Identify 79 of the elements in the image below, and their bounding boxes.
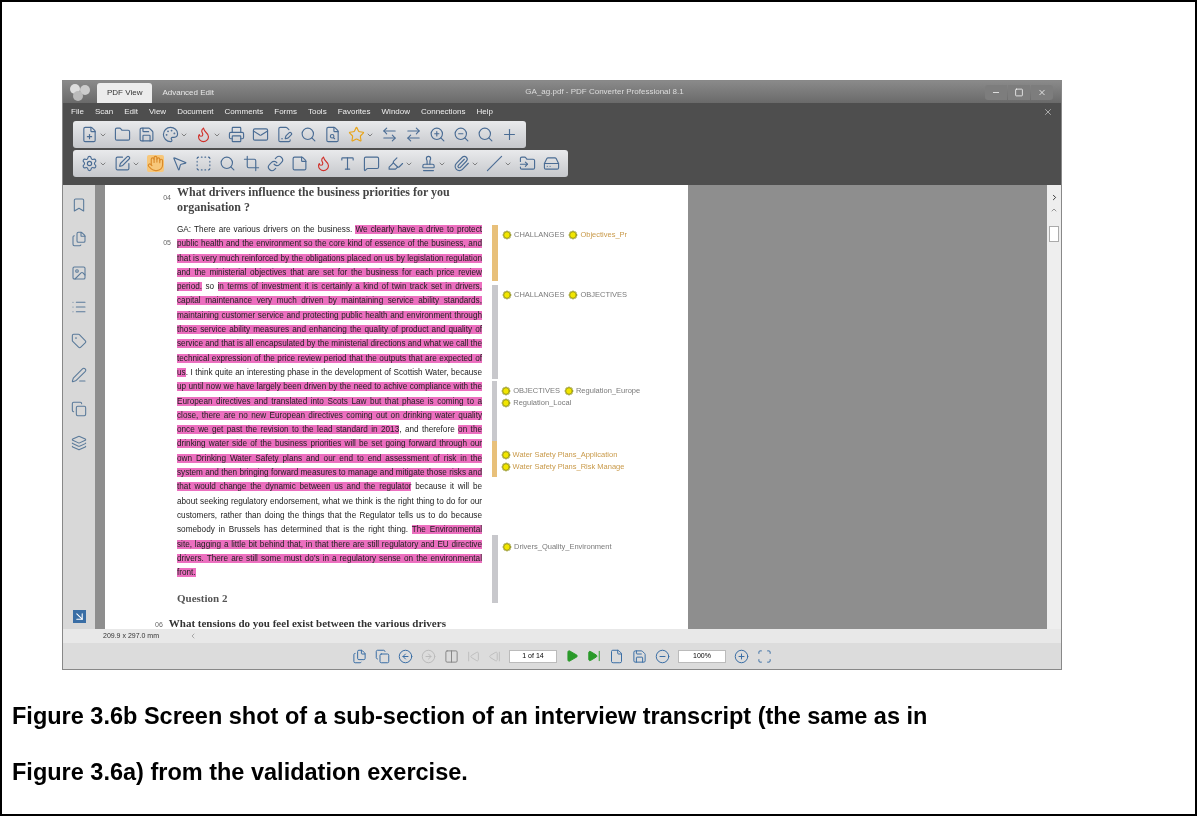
text-icon[interactable] [339,155,356,172]
mail-icon[interactable] [252,126,269,143]
sign-icon[interactable] [276,126,293,143]
section-heading: Question 2 [177,591,229,607]
select-icon[interactable] [195,155,212,172]
tab[interactable]: PDF View [97,83,153,103]
tag-icon[interactable] [71,333,87,349]
signature-icon[interactable] [71,367,87,383]
zoom-in-icon[interactable] [734,648,749,664]
menu-item[interactable]: Tools [307,105,327,118]
bookmark-icon[interactable] [71,197,87,213]
menu-item[interactable]: Document [177,105,214,118]
page-icon[interactable] [609,648,624,664]
play-icon[interactable] [565,649,579,663]
menu-item[interactable]: Scan [94,105,114,118]
question-text: What drivers influence the business priorities for you organisation ? [177,185,451,215]
line-icon[interactable] [486,155,503,172]
zoom-in-icon[interactable] [429,126,446,143]
print-icon[interactable] [228,126,245,143]
list-icon[interactable] [71,299,87,315]
highlighter-icon[interactable] [387,155,404,172]
menu-item[interactable]: Help [476,105,493,118]
pages-icon[interactable] [352,648,367,664]
menu-item[interactable]: Window [381,105,410,118]
pages-icon[interactable] [375,648,390,664]
split-icon[interactable] [444,648,459,664]
flame-icon[interactable] [195,126,212,143]
attach-icon[interactable] [453,155,470,172]
edit-icon[interactable] [114,155,131,172]
back-icon[interactable] [398,648,413,664]
zoom-out-icon[interactable] [655,648,670,664]
fit-icon[interactable] [757,648,772,664]
save-icon[interactable] [632,648,647,664]
menu-item[interactable]: View [148,105,167,118]
save-icon[interactable] [138,126,155,143]
tab[interactable]: Advanced Edit [152,83,224,103]
window-title: GA_ag.pdf - PDF Converter Professional 8.1 [524,86,685,98]
arrows-icon[interactable] [405,126,422,143]
menu-item[interactable]: Edit [124,105,138,118]
close-icon[interactable] [1043,106,1053,117]
star-icon[interactable] [348,126,365,143]
zoom-out-icon[interactable] [453,126,470,143]
scroll-thumb[interactable] [1049,226,1059,242]
menu-item[interactable]: File [71,105,84,118]
scrollbar[interactable] [1047,185,1061,629]
pages-icon[interactable] [71,231,87,247]
folder-icon[interactable] [114,126,131,143]
copy-icon[interactable] [71,401,87,417]
expand-icon[interactable] [72,610,86,623]
new-file-icon[interactable] [81,126,98,143]
folder-icon[interactable] [519,155,536,172]
figure-caption: Figure 3.6b Screen shot of a sub-section of an interview transcript (the same as in Figure 3.6a) from the validation exercise. [12,702,929,787]
link-icon[interactable] [267,155,284,172]
menu-item[interactable]: Comments [224,105,264,118]
image-icon[interactable] [71,265,87,281]
zoom-icon[interactable] [477,126,494,143]
question-text: What tensions do you feel exist between the various drivers [168,615,446,629]
arrows-icon[interactable] [381,126,398,143]
hand-icon[interactable] [147,155,164,172]
callout-icon[interactable] [363,155,380,172]
last-page-icon[interactable] [587,649,601,663]
note-icon[interactable] [291,155,308,172]
pointer-icon[interactable] [171,155,188,172]
zoom-icon[interactable] [219,155,236,172]
menu-item[interactable]: Connections [421,105,466,118]
settings-icon[interactable] [81,155,98,172]
file-search-icon[interactable] [324,126,341,143]
menu-item[interactable]: Forms [274,105,297,118]
stamp-icon[interactable] [420,155,437,172]
flame-icon[interactable] [315,155,332,172]
menu-item[interactable]: Favorites [337,105,371,118]
search-icon[interactable] [300,126,317,143]
plus-icon[interactable] [501,126,518,143]
palette-icon[interactable] [162,126,179,143]
layers-icon[interactable] [71,435,87,451]
logo-icon [69,83,91,101]
close-icon[interactable] [1031,84,1053,100]
restore-icon[interactable] [1008,84,1030,100]
crop-icon[interactable] [243,155,260,172]
